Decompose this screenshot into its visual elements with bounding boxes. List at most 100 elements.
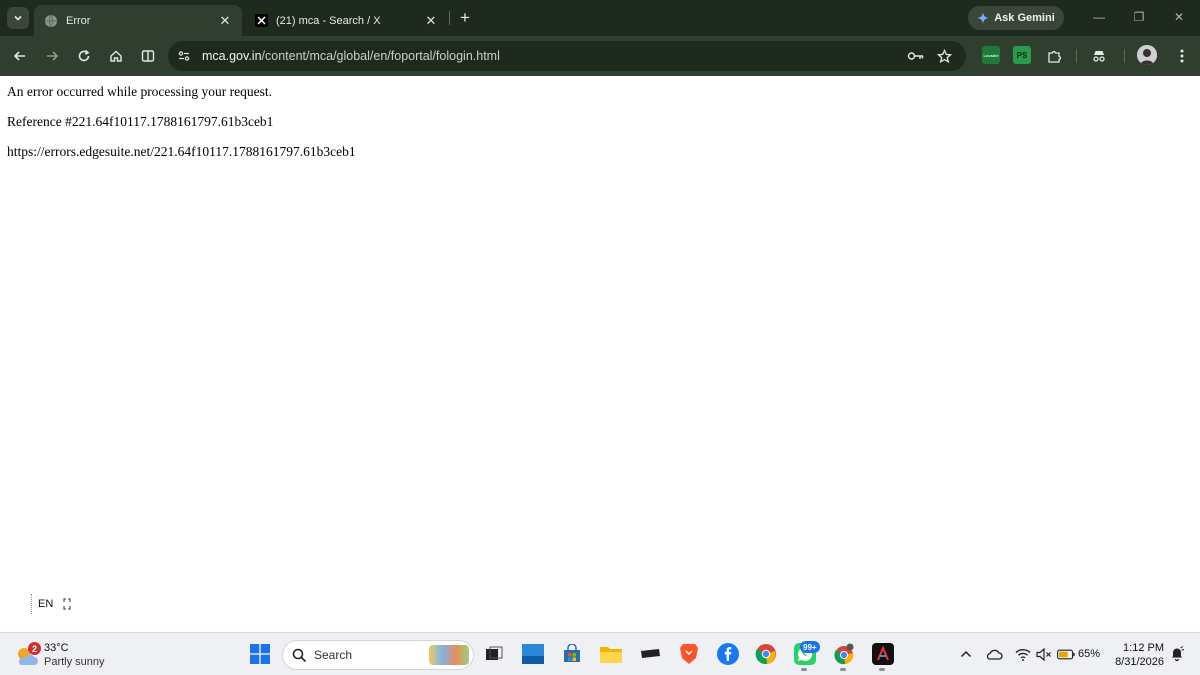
search-label: Search — [314, 648, 353, 662]
reload-button[interactable] — [72, 44, 96, 68]
incognito-profile-button[interactable] — [1087, 44, 1111, 68]
facebook-icon — [717, 643, 739, 665]
tab-title: Error — [66, 14, 91, 27]
error-url-text: https://errors.edgesuite.net/221.64f1011… — [7, 144, 356, 159]
extension-ps-icon[interactable]: PS — [1013, 46, 1031, 64]
battery-icon[interactable] — [1057, 645, 1075, 663]
weather-widget[interactable]: 2 33°C Partly sunny — [15, 639, 125, 671]
brave-lion-icon — [680, 644, 698, 664]
tab-search-button[interactable] — [7, 7, 29, 29]
tab-title: (21) mca - Search / X — [276, 14, 381, 27]
search-highlight-image — [429, 645, 469, 665]
puzzle-icon — [1047, 50, 1061, 63]
weather-condition: Partly sunny — [44, 656, 105, 668]
search-icon — [292, 648, 307, 663]
onedrive-icon[interactable] — [985, 645, 1003, 663]
store-bag-icon — [564, 644, 580, 662]
widgets-app-button[interactable] — [520, 641, 546, 667]
weather-alert-badge: 2 — [28, 642, 41, 655]
running-indicator — [801, 668, 807, 671]
chrome-icon — [755, 644, 776, 665]
address-bar[interactable]: mca.gov.in/content/mca/global/en/foporta… — [168, 41, 966, 71]
show-hidden-icons-button[interactable] — [957, 645, 975, 663]
browser-menu-button[interactable] — [1170, 44, 1194, 68]
task-view-icon — [486, 646, 503, 660]
globe-icon — [44, 14, 58, 28]
brave-browser-button[interactable] — [676, 641, 702, 667]
adobe-app-button[interactable] — [870, 641, 896, 667]
toolbar-divider — [1076, 49, 1077, 63]
reload-icon — [78, 49, 90, 62]
expand-corners-icon — [63, 598, 71, 610]
chrome-profile-icon — [834, 643, 854, 665]
gemini-sparkle-icon — [977, 12, 990, 24]
facebook-button[interactable] — [715, 641, 741, 667]
tab-x-search[interactable]: (21) mca - Search / X ✕ — [244, 5, 448, 36]
app-tile-icon — [522, 644, 544, 664]
chevron-down-icon — [14, 15, 22, 21]
tab-error[interactable]: Error ✕ — [34, 5, 242, 36]
back-button[interactable] — [8, 44, 32, 68]
password-key-icon[interactable] — [906, 46, 926, 66]
chrome-button[interactable] — [753, 641, 779, 667]
extension-label: PS — [1016, 50, 1028, 60]
url-text[interactable]: mca.gov.in/content/mca/global/en/foporta… — [202, 49, 500, 63]
profile-avatar[interactable] — [1137, 45, 1157, 65]
notification-bell-icon — [1172, 646, 1185, 662]
extension-label: Lovable — [983, 52, 999, 58]
bookmark-star-icon[interactable] — [934, 46, 954, 66]
forward-button[interactable] — [40, 44, 64, 68]
microsoft-store-button[interactable] — [559, 641, 585, 667]
split-view-button[interactable] — [136, 44, 160, 68]
volume-muted-icon[interactable] — [1035, 645, 1053, 663]
close-window-button[interactable]: ✕ — [1164, 6, 1194, 28]
page-content: An error occurred while processing your … — [0, 76, 1200, 632]
ask-gemini-button[interactable]: Ask Gemini — [968, 6, 1064, 30]
notifications-button[interactable] — [1168, 645, 1186, 663]
language-label: EN — [38, 598, 54, 610]
cloud-icon — [986, 649, 1003, 660]
folder-icon — [600, 647, 622, 663]
chevron-up-icon — [960, 650, 972, 658]
more-vertical-icon — [1180, 49, 1184, 63]
running-indicator — [840, 668, 846, 671]
spy-icon — [1093, 51, 1105, 62]
chrome-profile-button[interactable] — [831, 641, 857, 667]
gemini-label: Ask Gemini — [994, 12, 1055, 24]
close-tab-icon[interactable]: ✕ — [422, 12, 440, 30]
task-view-button[interactable] — [481, 641, 507, 667]
restore-button[interactable]: ❐ — [1124, 6, 1154, 28]
app-a-icon — [872, 643, 894, 665]
battery-level-icon — [1057, 649, 1075, 659]
extensions-puzzle-button[interactable] — [1042, 44, 1066, 68]
error-reference: Reference #221.64f10117.1788161797.61b3c… — [7, 114, 274, 129]
media-app-button[interactable] — [637, 641, 663, 667]
battery-percentage: 65% — [1078, 648, 1101, 660]
url-domain: mca.gov.in — [202, 49, 262, 63]
speaker-muted-icon — [1036, 647, 1051, 661]
device-icon — [641, 649, 660, 658]
site-info-icon[interactable] — [176, 48, 192, 64]
clock-date[interactable]: 8/31/2026 — [1104, 656, 1164, 668]
start-button[interactable] — [247, 641, 273, 667]
close-tab-icon[interactable]: ✕ — [216, 12, 234, 30]
arrow-right-icon — [47, 51, 59, 61]
running-indicator — [879, 668, 885, 671]
taskbar-search-box[interactable]: Search — [282, 640, 474, 670]
toolbar-divider — [1124, 49, 1125, 63]
file-explorer-button[interactable] — [598, 641, 624, 667]
arrow-left-icon — [13, 51, 25, 61]
browser-toolbar: mca.gov.in/content/mca/global/en/foporta… — [0, 36, 1200, 76]
input-language-indicator[interactable]: EN — [31, 594, 73, 614]
error-message: An error occurred while processing your … — [7, 84, 273, 99]
tab-strip: Error ✕ (21) mca - Search / X ✕ + Ask Ge… — [0, 0, 1200, 36]
new-tab-button[interactable]: + — [455, 8, 475, 28]
minimize-button[interactable]: — — [1084, 6, 1114, 28]
home-button[interactable] — [104, 44, 128, 68]
url-path: /content/mca/global/en/foportal/fologin.… — [261, 49, 500, 63]
wifi-icon[interactable] — [1014, 645, 1032, 663]
clock-time[interactable]: 1:12 PM — [1118, 642, 1164, 654]
extension-lovable-icon[interactable]: Lovable — [982, 46, 1000, 64]
home-icon — [110, 50, 122, 62]
tab-divider — [449, 11, 450, 25]
